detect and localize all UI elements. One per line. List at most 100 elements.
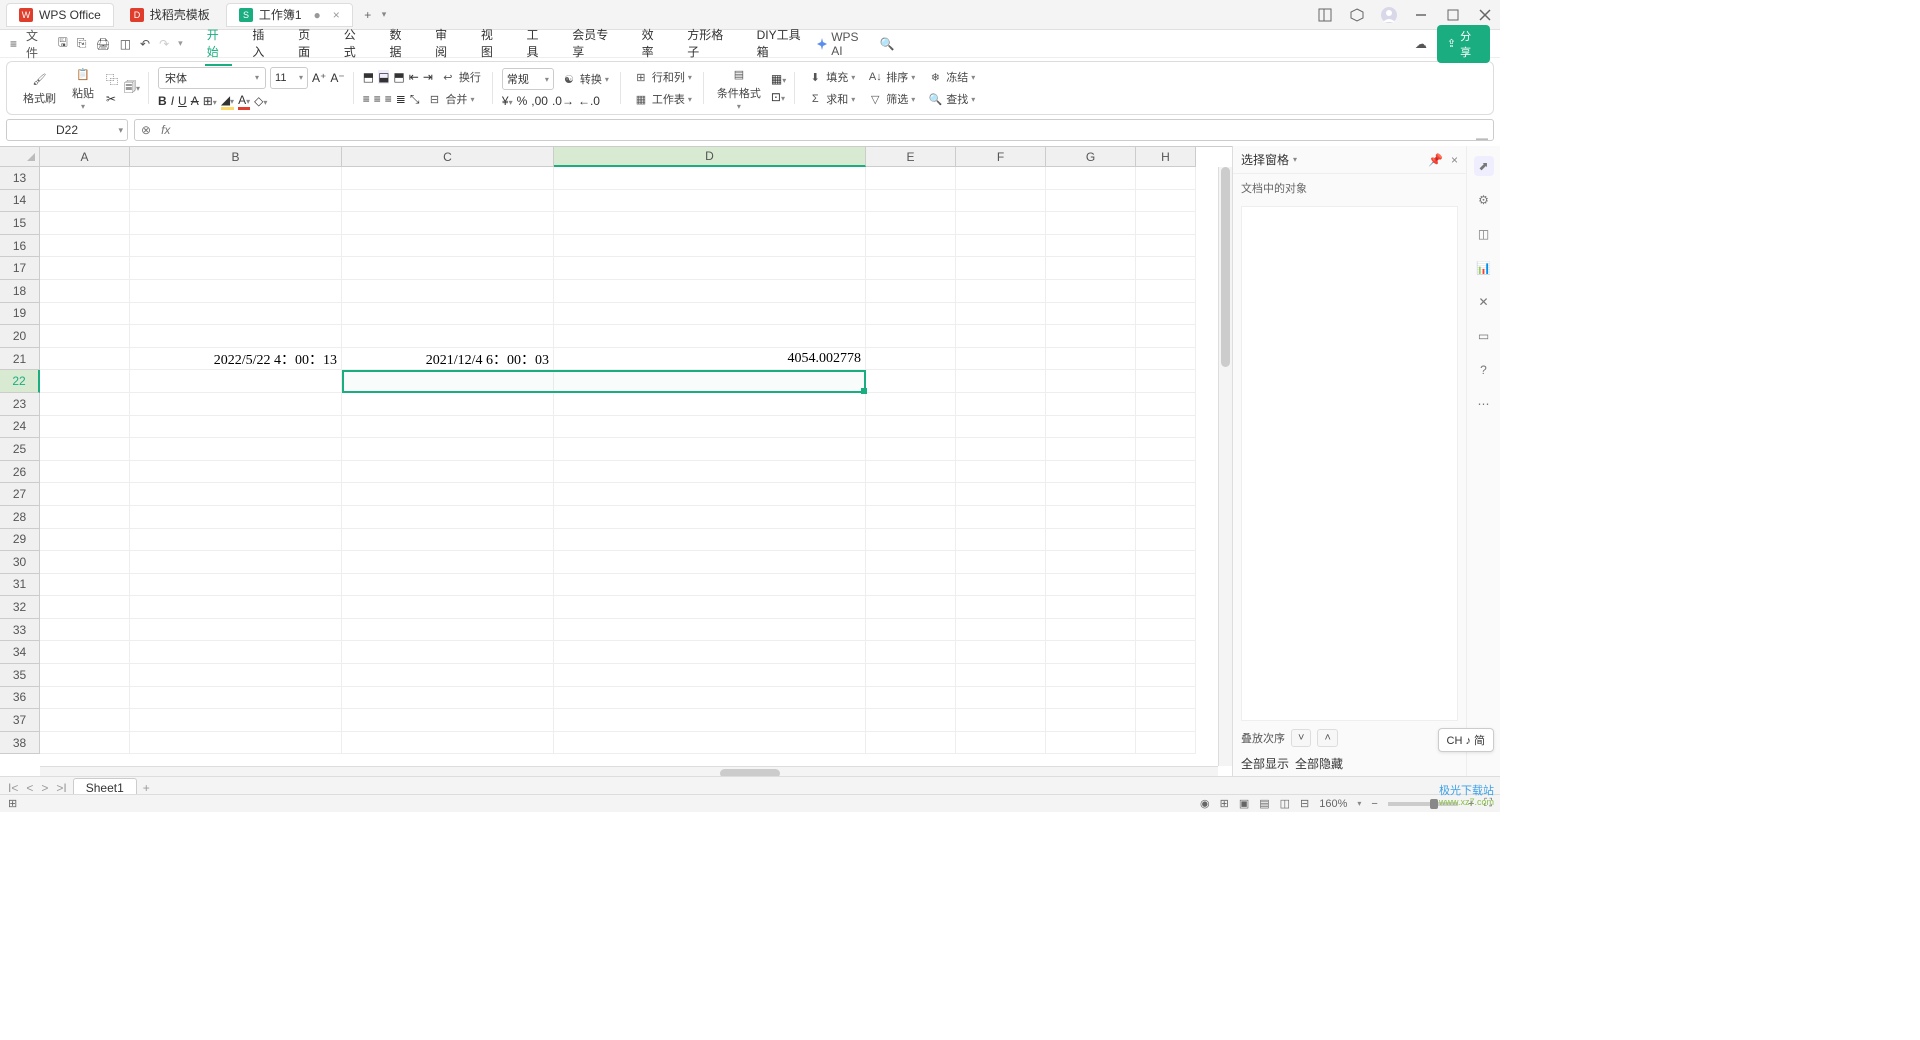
align-middle-icon[interactable]: ⬓ <box>378 70 389 84</box>
cell-E33[interactable] <box>866 619 956 642</box>
cell-B25[interactable] <box>130 438 342 461</box>
cell-F32[interactable] <box>956 596 1046 619</box>
cell-D32[interactable] <box>554 596 866 619</box>
cell-D38[interactable] <box>554 732 866 755</box>
cell-A27[interactable] <box>40 483 130 506</box>
cell-B38[interactable] <box>130 732 342 755</box>
sheet-nav-next[interactable]: > <box>39 781 50 795</box>
cell-C22[interactable] <box>342 370 554 393</box>
cell-C35[interactable] <box>342 664 554 687</box>
wrap-button[interactable]: ↩换行 <box>437 68 484 86</box>
cell-C25[interactable] <box>342 438 554 461</box>
cell-C13[interactable] <box>342 167 554 190</box>
tab-close-icon[interactable]: × <box>333 8 340 22</box>
cell-G16[interactable] <box>1046 235 1136 258</box>
orientation-icon[interactable]: ⤡ <box>410 92 420 107</box>
show-all-button[interactable]: 全部显示 <box>1241 755 1289 772</box>
panel-close-icon[interactable]: × <box>1451 153 1458 167</box>
cell-E35[interactable] <box>866 664 956 687</box>
row-header-37[interactable]: 37 <box>0 709 40 732</box>
sheet-nav-prev[interactable]: < <box>24 781 35 795</box>
cell-H31[interactable] <box>1136 574 1196 597</box>
strikethrough-icon[interactable]: A <box>191 94 199 108</box>
cell-A22[interactable] <box>40 370 130 393</box>
cell-D23[interactable] <box>554 393 866 416</box>
row-header-28[interactable]: 28 <box>0 506 40 529</box>
cell-A33[interactable] <box>40 619 130 642</box>
fill-button[interactable]: ⬇填充▾ <box>804 68 858 86</box>
cell-H28[interactable] <box>1136 506 1196 529</box>
cell-G18[interactable] <box>1046 280 1136 303</box>
cell-B15[interactable] <box>130 212 342 235</box>
hide-all-button[interactable]: 全部隐藏 <box>1295 755 1343 772</box>
align-bottom-icon[interactable]: ⬒ <box>393 70 404 84</box>
cell-B13[interactable] <box>130 167 342 190</box>
cell-F17[interactable] <box>956 257 1046 280</box>
row-header-18[interactable]: 18 <box>0 280 40 303</box>
cell-A37[interactable] <box>40 709 130 732</box>
font-name-select[interactable]: 宋体▾ <box>158 67 266 89</box>
cell-F27[interactable] <box>956 483 1046 506</box>
row-header-16[interactable]: 16 <box>0 235 40 258</box>
paste-button[interactable]: 📋粘贴▾ <box>66 64 100 113</box>
cell-B22[interactable] <box>130 370 342 393</box>
format-brush-button[interactable]: 🖌格式刷 <box>19 69 60 108</box>
font-color-icon[interactable]: A▾ <box>238 93 250 110</box>
cell-A20[interactable] <box>40 325 130 348</box>
cell-H13[interactable] <box>1136 167 1196 190</box>
number-format-select[interactable]: 常规▾ <box>502 68 554 90</box>
cell-F35[interactable] <box>956 664 1046 687</box>
cell-A24[interactable] <box>40 416 130 439</box>
row-header-33[interactable]: 33 <box>0 619 40 642</box>
align-right-icon[interactable]: ≡ <box>385 92 392 106</box>
fx-icon[interactable]: fx <box>161 123 170 137</box>
cell-B18[interactable] <box>130 280 342 303</box>
cell-G35[interactable] <box>1046 664 1136 687</box>
move-down-button[interactable]: ˅ <box>1291 729 1311 747</box>
cell-G27[interactable] <box>1046 483 1136 506</box>
search-icon[interactable]: 🔍 <box>880 37 895 51</box>
avatar-icon[interactable] <box>1380 6 1398 24</box>
cell-G21[interactable] <box>1046 348 1136 371</box>
cell-B37[interactable] <box>130 709 342 732</box>
sheet-nav-first[interactable]: I< <box>6 781 20 795</box>
comma-icon[interactable]: ,00 <box>531 94 548 108</box>
freeze-button[interactable]: ❄冻结▾ <box>924 68 978 86</box>
settings-slider-icon[interactable]: ⚙ <box>1474 190 1494 210</box>
cell-C28[interactable] <box>342 506 554 529</box>
col-header-C[interactable]: C <box>342 147 554 167</box>
maximize-button[interactable] <box>1444 6 1462 24</box>
row-header-27[interactable]: 27 <box>0 483 40 506</box>
cell-C31[interactable] <box>342 574 554 597</box>
vscroll-thumb[interactable] <box>1221 167 1230 367</box>
cell-F19[interactable] <box>956 303 1046 326</box>
row-header-30[interactable]: 30 <box>0 551 40 574</box>
cell-A36[interactable] <box>40 687 130 710</box>
cell-A15[interactable] <box>40 212 130 235</box>
cell-C30[interactable] <box>342 551 554 574</box>
export-icon[interactable]: ⎘ <box>77 36 87 51</box>
hamburger-icon[interactable]: ≡ <box>10 37 17 51</box>
cell-B14[interactable] <box>130 190 342 213</box>
cell-C19[interactable] <box>342 303 554 326</box>
cell-B36[interactable] <box>130 687 342 710</box>
cell-A31[interactable] <box>40 574 130 597</box>
row-header-25[interactable]: 25 <box>0 438 40 461</box>
cell-D20[interactable] <box>554 325 866 348</box>
device-icon[interactable]: ▭ <box>1474 326 1494 346</box>
align-left-icon[interactable]: ≡ <box>363 92 370 106</box>
col-header-H[interactable]: H <box>1136 147 1196 167</box>
row-header-29[interactable]: 29 <box>0 529 40 552</box>
fill-color-icon[interactable]: ◢▾ <box>221 93 234 110</box>
cell-C37[interactable] <box>342 709 554 732</box>
tab-view[interactable]: 视图 <box>479 22 507 66</box>
cell-F31[interactable] <box>956 574 1046 597</box>
tab-square-grid[interactable]: 方形格子 <box>685 22 736 66</box>
cell-A34[interactable] <box>40 641 130 664</box>
cell-E19[interactable] <box>866 303 956 326</box>
cell-B19[interactable] <box>130 303 342 326</box>
cell-B17[interactable] <box>130 257 342 280</box>
cell-G33[interactable] <box>1046 619 1136 642</box>
align-center-icon[interactable]: ≡ <box>374 92 381 106</box>
cell-E18[interactable] <box>866 280 956 303</box>
